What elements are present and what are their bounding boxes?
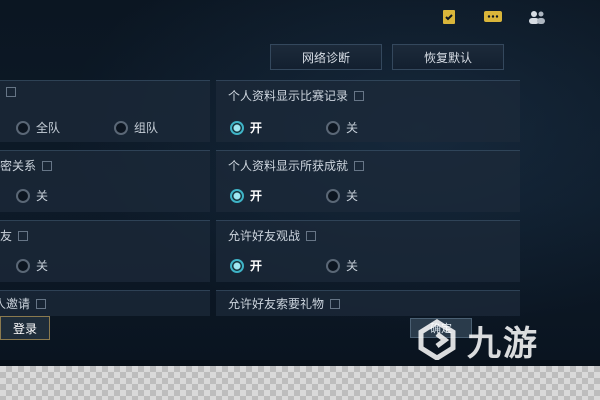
network-diagnosis-label: 网络诊断 — [301, 50, 350, 65]
login-label: 登录 — [12, 321, 37, 336]
radio-button-selected[interactable] — [230, 188, 244, 203]
right-panel-title: 允许好友索要礼物 — [228, 295, 341, 312]
restore-default-label: 恢复默认 — [423, 50, 472, 65]
watermark-text: 九游 — [467, 323, 539, 364]
right-panel-title: 允许好友观战 — [228, 227, 317, 244]
info-icon — [330, 298, 341, 309]
radio-button[interactable] — [16, 120, 30, 135]
option-off[interactable]: 关 — [326, 257, 358, 274]
option-off[interactable]: 关 — [326, 119, 358, 136]
chat-icon[interactable] — [482, 6, 504, 28]
left-panel-intimacy: 亲密关系 关 — [0, 150, 210, 212]
left-panel-title: 好友 — [0, 227, 29, 244]
radio-button[interactable] — [326, 258, 340, 273]
radio-button-selected[interactable] — [230, 258, 244, 273]
left-panel-team-voice: 全队 组队 — [0, 80, 210, 142]
info-icon — [306, 230, 317, 241]
info-icon — [354, 160, 365, 171]
option-group[interactable]: 组队 — [114, 119, 158, 136]
option-full-team[interactable]: 全队 — [16, 119, 60, 136]
network-diagnosis-button[interactable]: 网络诊断 — [270, 44, 382, 70]
option-off[interactable]: 关 — [16, 187, 48, 204]
right-panel-match-record: 个人资料显示比赛记录 开 关 — [216, 80, 520, 142]
info-icon — [6, 87, 16, 97]
left-panel-friends: 好友 关 — [0, 220, 210, 282]
right-panel-achievements: 个人资料显示所获成就 开 关 — [216, 150, 520, 212]
radio-button-selected[interactable] — [230, 120, 244, 135]
right-panel-spectate: 允许好友观战 开 关 — [216, 220, 520, 282]
radio-button[interactable] — [16, 188, 30, 203]
transparent-area — [0, 366, 600, 400]
left-panel-title — [0, 87, 16, 97]
info-icon — [354, 90, 365, 101]
option-off[interactable]: 关 — [16, 257, 48, 274]
option-on[interactable]: 开 — [230, 119, 262, 136]
right-panel-title: 个人资料显示所获成就 — [228, 157, 365, 174]
friends-icon[interactable] — [526, 6, 548, 28]
left-panel-title: 亲密关系 — [0, 157, 53, 174]
info-icon — [36, 298, 47, 309]
radio-button[interactable] — [326, 188, 340, 203]
login-button[interactable]: 登录 — [0, 316, 50, 340]
left-panel-invite: 人邀请 — [0, 290, 210, 316]
restore-default-button[interactable]: 恢复默认 — [392, 44, 504, 70]
info-icon — [18, 230, 29, 241]
option-on[interactable]: 开 — [230, 187, 262, 204]
right-panel-title: 个人资料显示比赛记录 — [228, 87, 365, 104]
radio-button[interactable] — [114, 120, 128, 135]
info-icon — [42, 160, 53, 171]
option-on[interactable]: 开 — [230, 257, 262, 274]
left-panel-title: 人邀请 — [0, 295, 47, 312]
radio-button[interactable] — [326, 120, 340, 135]
badge-icon[interactable] — [438, 6, 460, 28]
watermark-logo-icon — [418, 319, 456, 361]
radio-button[interactable] — [16, 258, 30, 273]
option-off[interactable]: 关 — [326, 187, 358, 204]
